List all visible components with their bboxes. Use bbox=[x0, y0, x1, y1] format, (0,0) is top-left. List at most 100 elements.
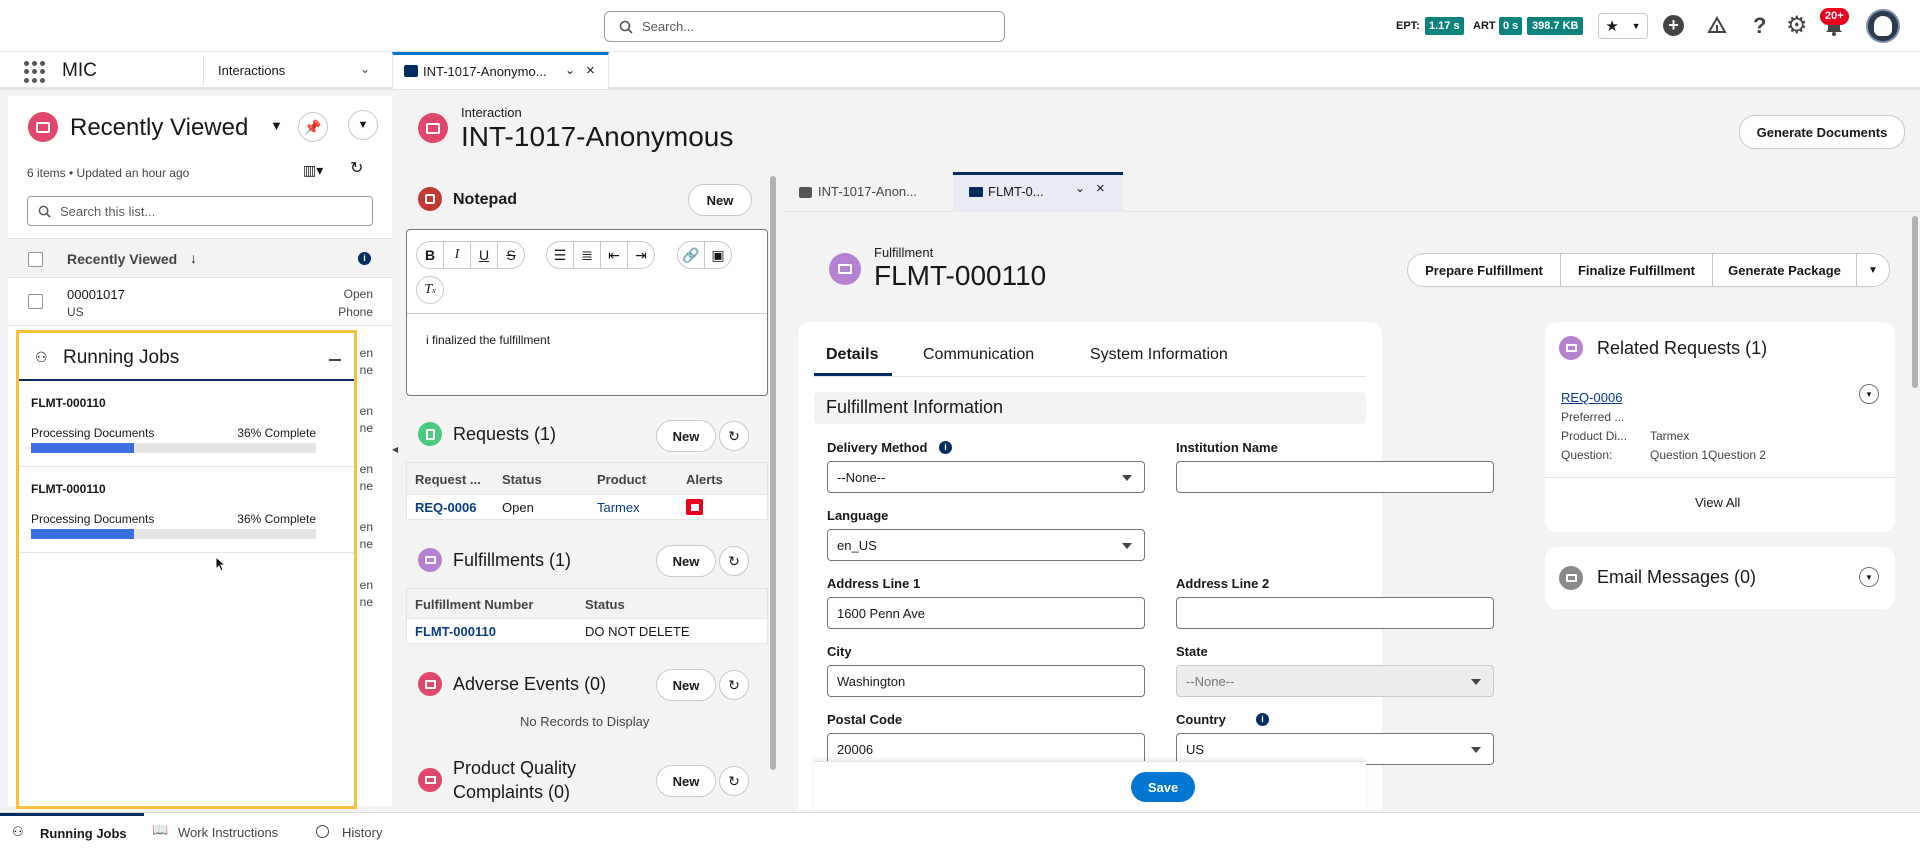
related-request-link[interactable]: REQ-0006 bbox=[1561, 390, 1622, 405]
generate-documents-button[interactable]: Generate Documents bbox=[1739, 115, 1905, 149]
address-line-1-input[interactable]: 1600 Penn Ave bbox=[827, 597, 1145, 629]
state-select[interactable]: --None-- bbox=[1176, 665, 1494, 697]
email-messages-menu-button[interactable]: ▼ bbox=[1859, 567, 1879, 587]
related-request-menu-button[interactable]: ▼ bbox=[1859, 384, 1879, 404]
utility-item-work-instructions[interactable]: 📖 Work Instructions bbox=[144, 813, 302, 851]
save-button[interactable]: Save bbox=[1131, 772, 1195, 802]
image-button[interactable]: ▣ bbox=[704, 241, 732, 269]
subtab-fulfillment[interactable]: FLMT-0... ⌄ × bbox=[953, 172, 1123, 212]
middle-scrollbar[interactable] bbox=[770, 176, 776, 770]
fulfillment-area: Fulfillment FLMT-000110 Prepare Fulfillm… bbox=[783, 213, 1912, 810]
display-as-icon[interactable]: ▥▾ bbox=[303, 162, 323, 179]
column-header[interactable]: Alerts bbox=[686, 472, 723, 487]
outdent-button[interactable]: ⇤ bbox=[600, 241, 628, 269]
running-jobs-header: ⚇ Running Jobs bbox=[19, 333, 354, 381]
delivery-method-info-icon[interactable]: i bbox=[939, 441, 952, 454]
indent-button[interactable]: ⇥ bbox=[627, 241, 655, 269]
clear-formatting-button[interactable]: Tx bbox=[416, 276, 444, 304]
row-checkbox[interactable] bbox=[28, 294, 43, 309]
trailhead-icon[interactable] bbox=[1706, 15, 1728, 37]
subtab-interaction[interactable]: INT-1017-Anon... bbox=[783, 172, 953, 212]
country-info-icon[interactable]: i bbox=[1256, 713, 1269, 726]
nav-chevron-down-icon[interactable]: ⌄ bbox=[360, 62, 370, 76]
running-jobs-icon: ⚇ bbox=[35, 349, 48, 365]
adverse-events-refresh-button[interactable]: ↻ bbox=[719, 670, 749, 700]
address-line-2-input[interactable] bbox=[1176, 597, 1494, 629]
more-actions-button[interactable]: ▼ bbox=[1857, 254, 1889, 286]
add-icon[interactable]: + bbox=[1663, 15, 1684, 36]
global-search[interactable]: Search... bbox=[604, 11, 1005, 42]
utility-item-running-jobs[interactable]: ⚇ Running Jobs bbox=[0, 813, 144, 851]
select-all-checkbox[interactable] bbox=[28, 252, 43, 267]
address-line-1-label: Address Line 1 bbox=[827, 576, 921, 591]
favorites-button[interactable]: ★ ▼ bbox=[1598, 13, 1648, 39]
tab-chevron-down-icon[interactable]: ⌄ bbox=[565, 63, 575, 77]
delivery-method-select[interactable]: --None-- bbox=[827, 461, 1145, 493]
list-view-title[interactable]: Recently Viewed bbox=[70, 114, 248, 142]
fulfillments-refresh-button[interactable]: ↻ bbox=[719, 546, 749, 576]
help-icon[interactable]: ? bbox=[1753, 13, 1766, 39]
generate-package-button[interactable]: Generate Package bbox=[1713, 254, 1857, 286]
fulfillment-id-link[interactable]: FLMT-000110 bbox=[415, 624, 496, 639]
list-search-input[interactable]: Search this list... bbox=[27, 196, 373, 226]
column-header[interactable]: Product bbox=[597, 472, 646, 487]
list-view-title-chevron-icon[interactable]: ▼ bbox=[270, 118, 283, 133]
pqc-new-button[interactable]: New bbox=[656, 765, 716, 797]
column-header-recently-viewed[interactable]: Recently Viewed bbox=[67, 251, 177, 267]
prepare-fulfillment-button[interactable]: Prepare Fulfillment bbox=[1408, 254, 1561, 286]
subtab-close-icon[interactable]: × bbox=[1096, 180, 1105, 197]
language-select[interactable]: en_US bbox=[827, 529, 1145, 561]
finalize-fulfillment-button[interactable]: Finalize Fulfillment bbox=[1561, 254, 1713, 286]
panel-collapse-icon[interactable]: ◀ bbox=[392, 445, 398, 454]
column-header[interactable]: Status bbox=[502, 472, 542, 487]
workspace-tab[interactable]: INT-1017-Anonymo... ⌄ × bbox=[392, 52, 609, 89]
tab-close-icon[interactable]: × bbox=[586, 62, 595, 79]
pin-button[interactable]: 📌 bbox=[298, 112, 328, 142]
request-id-link[interactable]: REQ-0006 bbox=[415, 500, 476, 515]
app-launcher-icon[interactable] bbox=[24, 61, 46, 83]
utility-item-history[interactable]: History bbox=[302, 813, 402, 851]
fulfillment-object-label: Fulfillment bbox=[874, 245, 934, 260]
column-header[interactable]: Request ... bbox=[415, 472, 481, 487]
notepad-content[interactable]: i finalized the fulfillment bbox=[426, 333, 550, 347]
pqc-icon bbox=[418, 768, 442, 792]
bullet-list-button[interactable]: ☰ bbox=[546, 241, 574, 269]
strikethrough-button[interactable]: S bbox=[497, 241, 525, 269]
bold-button[interactable]: B bbox=[416, 241, 444, 269]
tab-details[interactable]: Details bbox=[814, 336, 892, 376]
column-header[interactable]: Fulfillment Number bbox=[415, 597, 533, 612]
tab-communication[interactable]: Communication bbox=[923, 346, 1034, 364]
refresh-icon[interactable]: ↻ bbox=[350, 158, 363, 178]
underline-button[interactable]: U bbox=[470, 241, 498, 269]
numbered-list-button[interactable]: ≣ bbox=[573, 241, 601, 269]
city-input[interactable]: Washington bbox=[827, 665, 1145, 697]
info-icon[interactable]: i bbox=[358, 252, 371, 265]
adverse-events-new-button[interactable]: New bbox=[656, 669, 716, 701]
ept-badge: 1.17 s bbox=[1425, 17, 1464, 35]
list-row[interactable]: 00001017 US Open Phone bbox=[8, 278, 392, 326]
row-name[interactable]: 00001017 bbox=[67, 287, 125, 302]
subtab-chevron-down-icon[interactable]: ⌄ bbox=[1075, 181, 1085, 195]
nav-item-interactions[interactable]: Interactions bbox=[218, 63, 285, 78]
column-header[interactable]: Status bbox=[585, 597, 625, 612]
institution-name-input[interactable] bbox=[1176, 461, 1494, 493]
avatar[interactable] bbox=[1866, 9, 1900, 43]
requests-refresh-button[interactable]: ↻ bbox=[719, 421, 749, 451]
pqc-refresh-button[interactable]: ↻ bbox=[719, 766, 749, 796]
gear-icon[interactable]: ⚙ bbox=[1786, 11, 1808, 40]
view-all-link[interactable]: View All bbox=[1695, 495, 1740, 510]
fulfillments-new-button[interactable]: New bbox=[656, 545, 716, 577]
requests-new-button[interactable]: New bbox=[656, 420, 716, 452]
nav-divider bbox=[203, 56, 204, 86]
section-header[interactable]: Fulfillment Information bbox=[814, 392, 1366, 424]
tab-system-information[interactable]: System Information bbox=[1090, 346, 1228, 364]
list-view-controls-button[interactable]: ▼ bbox=[348, 110, 378, 140]
request-product-link[interactable]: Tarmex bbox=[597, 500, 640, 515]
minimize-icon[interactable] bbox=[329, 359, 341, 361]
fulfillments-icon bbox=[418, 548, 442, 572]
italic-button[interactable]: I bbox=[443, 241, 471, 269]
link-button[interactable]: 🔗 bbox=[677, 241, 705, 269]
pin-icon: 📌 bbox=[304, 118, 322, 135]
notepad-new-button[interactable]: New bbox=[688, 184, 752, 216]
main-scrollbar[interactable] bbox=[1912, 216, 1918, 388]
